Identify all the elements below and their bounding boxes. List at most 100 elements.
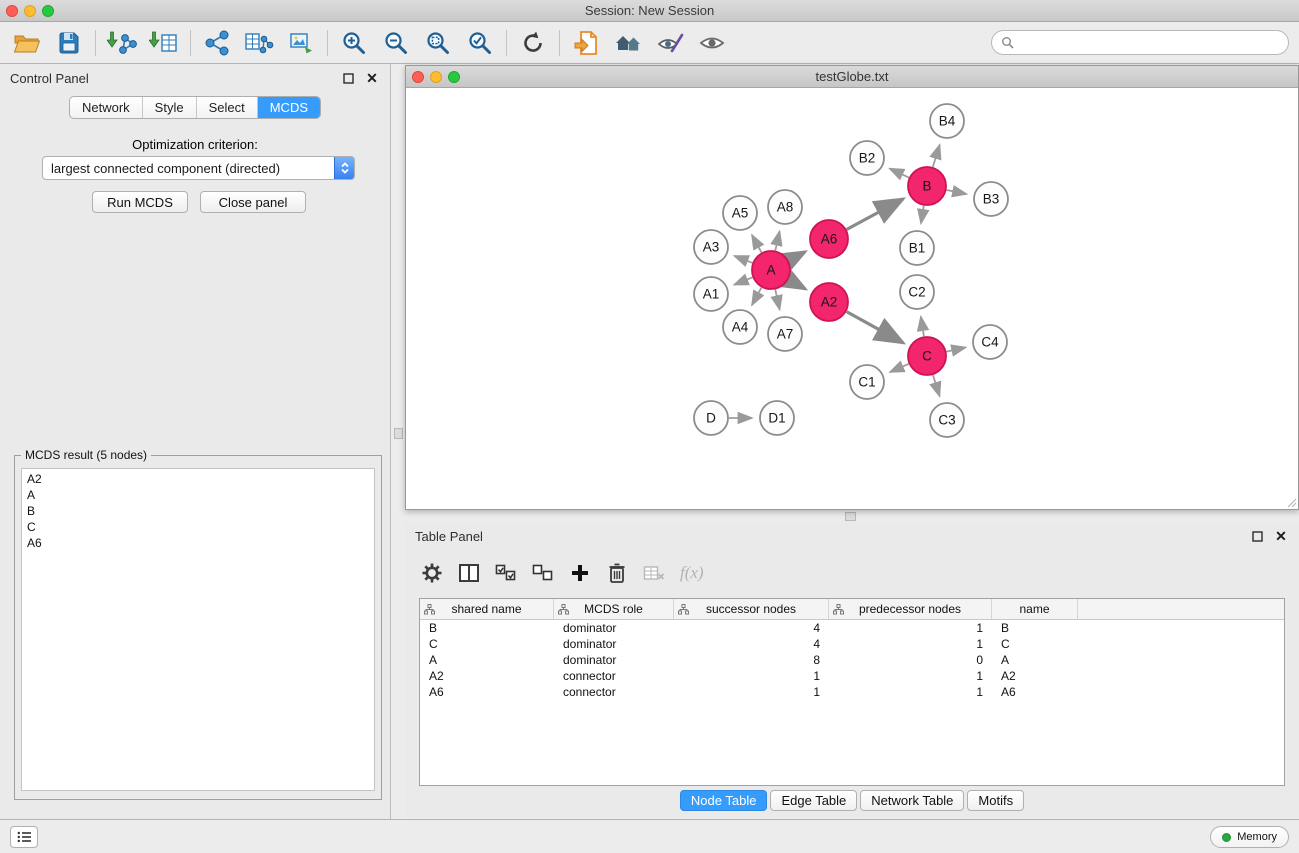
graph-edge[interactable]	[947, 190, 967, 194]
search-icon	[1001, 36, 1014, 49]
search-input[interactable]	[1020, 35, 1279, 50]
column-header-shared-name[interactable]: shared name	[420, 599, 554, 619]
toolbar-separator	[190, 30, 191, 56]
task-history-button[interactable]	[10, 826, 38, 848]
import-network-button[interactable]	[101, 25, 143, 61]
network-graph[interactable]: B4B2BB3A8A5A6A3B1AA1C2A2A4A7C4CC1C3DD1	[406, 88, 1298, 509]
main-toolbar	[0, 22, 1299, 64]
table-cell: C	[420, 637, 554, 651]
tab-node-table[interactable]: Node Table	[680, 790, 768, 811]
minimize-network-window-button[interactable]	[430, 71, 442, 83]
memory-label: Memory	[1237, 831, 1277, 843]
tab-style[interactable]: Style	[143, 97, 197, 118]
close-panel-button[interactable]: ✕	[364, 70, 380, 86]
list-item[interactable]: A2	[22, 471, 374, 487]
table-cell: 4	[674, 621, 829, 635]
graph-edge[interactable]	[921, 317, 924, 337]
graph-edge[interactable]	[775, 231, 779, 250]
add-column-button[interactable]	[569, 560, 591, 586]
graph-edge[interactable]	[789, 280, 806, 289]
float-panel-button[interactable]	[340, 70, 356, 86]
run-mcds-button[interactable]: Run MCDS	[92, 191, 188, 213]
graph-edge[interactable]	[890, 364, 909, 372]
graph-edge[interactable]	[734, 256, 752, 263]
network-canvas[interactable]: B4B2BB3A8A5A6A3B1AA1C2A2A4A7C4CC1C3DD1	[406, 88, 1298, 509]
graph-edge[interactable]	[933, 145, 940, 167]
first-neighbors-button[interactable]	[607, 25, 649, 61]
toolbar-search[interactable]	[991, 30, 1289, 55]
close-network-window-button[interactable]	[412, 71, 424, 83]
graph-edge[interactable]	[752, 288, 762, 305]
tab-network[interactable]: Network	[70, 97, 143, 118]
zoom-in-button[interactable]	[333, 25, 375, 61]
graph-node-label: A1	[703, 287, 720, 302]
close-panel-action-button[interactable]: Close panel	[200, 191, 306, 213]
control-panel-header: Control Panel ✕	[0, 64, 390, 92]
table-row[interactable]: Bdominator41B	[420, 620, 1284, 636]
select-all-button[interactable]	[495, 560, 517, 586]
column-header-name[interactable]: name	[992, 599, 1078, 619]
table-row[interactable]: A6connector11A6	[420, 684, 1284, 700]
memory-button[interactable]: Memory	[1210, 826, 1289, 848]
delete-table-button[interactable]	[643, 560, 665, 586]
import-table-icon	[149, 30, 179, 56]
column-header-filler	[1078, 599, 1284, 619]
function-builder-button[interactable]: f(x)	[680, 560, 704, 586]
list-item[interactable]: B	[22, 503, 374, 519]
graph-edge[interactable]	[933, 375, 940, 396]
delete-column-button[interactable]	[606, 560, 628, 586]
list-item[interactable]: A6	[22, 535, 374, 551]
table-row[interactable]: Cdominator41C	[420, 636, 1284, 652]
unselect-all-button[interactable]	[532, 560, 554, 586]
tab-motifs[interactable]: Motifs	[967, 790, 1024, 811]
tab-edge-table[interactable]: Edge Table	[770, 790, 857, 811]
resize-grip-icon[interactable]	[1287, 498, 1297, 508]
tab-network-table[interactable]: Network Table	[860, 790, 964, 811]
graph-edge[interactable]	[734, 277, 752, 284]
apply-layout-button[interactable]	[512, 25, 554, 61]
toolbar-separator	[327, 30, 328, 56]
column-header-predecessor-nodes[interactable]: predecessor nodes	[829, 599, 992, 619]
table-cell: connector	[554, 685, 674, 699]
graph-edge[interactable]	[847, 312, 904, 343]
export-image-button[interactable]	[280, 25, 322, 61]
float-table-panel-button[interactable]	[1249, 528, 1265, 544]
list-item[interactable]: C	[22, 519, 374, 535]
tab-mcds[interactable]: MCDS	[258, 97, 320, 118]
table-row[interactable]: Adominator80A	[420, 652, 1284, 668]
show-graphics-details-button[interactable]	[649, 25, 691, 61]
zoom-fit-button[interactable]	[417, 25, 459, 61]
annotation-button[interactable]	[565, 25, 607, 61]
save-session-button[interactable]	[48, 25, 90, 61]
horizontal-splitter-handle[interactable]	[845, 512, 856, 521]
table-row[interactable]: A2connector11A2	[420, 668, 1284, 684]
graph-edge[interactable]	[789, 252, 806, 261]
zoom-selected-button[interactable]	[459, 25, 501, 61]
graph-edge[interactable]	[921, 206, 924, 224]
vertical-splitter-handle[interactable]	[394, 428, 403, 439]
show-columns-button[interactable]	[458, 560, 480, 586]
list-item[interactable]: A	[22, 487, 374, 503]
graph-edge[interactable]	[775, 290, 779, 310]
column-header-mcds-role[interactable]: MCDS role	[554, 599, 674, 619]
open-session-button[interactable]	[6, 25, 48, 61]
graph-edge[interactable]	[947, 347, 966, 351]
zoom-network-window-button[interactable]	[448, 71, 460, 83]
close-table-panel-button[interactable]: ✕	[1273, 528, 1289, 544]
mcds-result-group: MCDS result (5 nodes) A2 A B C A6	[14, 455, 382, 800]
graph-edge[interactable]	[847, 199, 904, 230]
hide-graphics-details-button[interactable]	[691, 25, 733, 61]
new-network-button[interactable]	[196, 25, 238, 61]
table-settings-button[interactable]	[421, 560, 443, 586]
memory-status-icon	[1222, 833, 1231, 842]
graph-edge[interactable]	[890, 169, 909, 178]
criterion-select[interactable]: largest connected component (directed)	[42, 156, 355, 180]
zoom-out-button[interactable]	[375, 25, 417, 61]
graph-edge[interactable]	[752, 235, 762, 252]
tab-select[interactable]: Select	[197, 97, 258, 118]
network-from-table-button[interactable]	[238, 25, 280, 61]
graph-node-label: C	[922, 349, 932, 364]
import-table-button[interactable]	[143, 25, 185, 61]
table-cell: connector	[554, 669, 674, 683]
column-header-successor-nodes[interactable]: successor nodes	[674, 599, 829, 619]
